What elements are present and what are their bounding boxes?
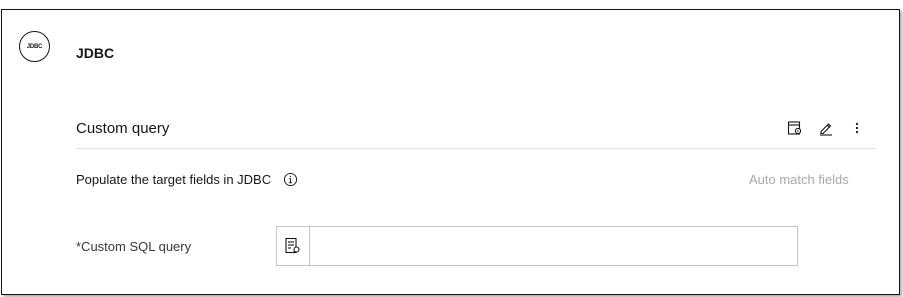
connector-title: JDBC — [76, 45, 115, 61]
populate-target-fields: Populate the target fields in JDBC — [76, 172, 298, 187]
custom-sql-query-input[interactable] — [310, 227, 797, 265]
custom-sql-query-label: *Custom SQL query — [76, 239, 192, 254]
section-divider — [76, 148, 876, 149]
connector-panel: JDBC JDBC Custom query Populate the targ… — [1, 9, 900, 295]
query-builder-icon[interactable] — [277, 227, 310, 265]
auto-match-fields-button[interactable]: Auto match fields — [749, 172, 849, 187]
logo-text: JDBC — [26, 43, 43, 50]
overflow-menu-icon[interactable] — [848, 119, 866, 137]
edit-icon[interactable] — [817, 119, 835, 137]
info-icon[interactable] — [283, 172, 298, 187]
populate-label-text: Populate the target fields in JDBC — [76, 172, 272, 187]
query-preview-icon[interactable] — [786, 119, 804, 137]
jdbc-logo: JDBC — [19, 31, 50, 62]
section-title: Custom query — [76, 120, 170, 137]
custom-sql-query-field — [276, 226, 798, 266]
